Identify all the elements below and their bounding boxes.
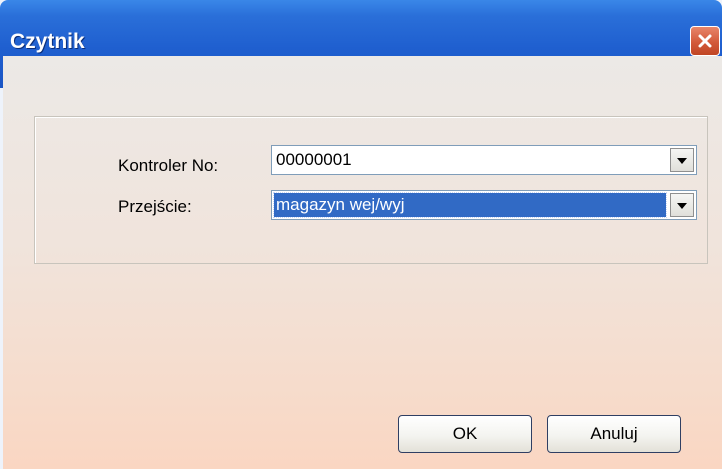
passage-dropdown-button[interactable]	[670, 193, 694, 217]
controller-dropdown[interactable]: 00000001	[271, 145, 697, 175]
chevron-down-icon	[677, 151, 687, 169]
passage-value: magazyn wej/wyj	[273, 192, 667, 218]
cancel-button[interactable]: Anuluj	[547, 415, 681, 453]
close-button[interactable]	[690, 26, 720, 56]
controller-label: Kontroler No:	[118, 156, 219, 175]
passage-dropdown[interactable]: magazyn wej/wyj	[271, 190, 697, 220]
chevron-down-icon	[677, 196, 687, 214]
dialog-window: Czytnik Kontroler No: 00000001 Przejście…	[0, 0, 722, 469]
controller-dropdown-button[interactable]	[670, 148, 694, 172]
ok-button[interactable]: OK	[398, 415, 532, 453]
passage-label: Przejście:	[118, 197, 192, 216]
close-icon	[697, 33, 713, 49]
window-title: Czytnik	[10, 30, 85, 53]
controller-value: 00000001	[276, 150, 352, 169]
